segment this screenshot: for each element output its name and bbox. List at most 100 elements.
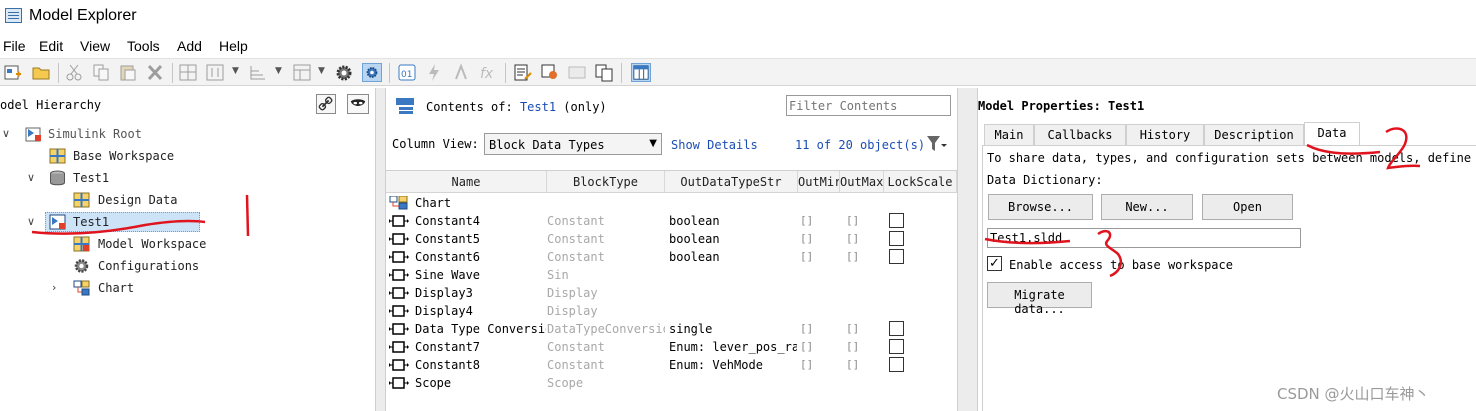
- cell-outmax[interactable]: []: [846, 214, 859, 227]
- dialog-view-icon[interactable]: [631, 63, 651, 82]
- lockscale-checkbox[interactable]: [889, 231, 904, 246]
- open-folder-icon[interactable]: [31, 63, 51, 82]
- tab-history[interactable]: History: [1126, 124, 1204, 145]
- chevron-right-icon[interactable]: ›: [52, 281, 56, 294]
- table-row[interactable]: Chart: [386, 194, 957, 212]
- column-view-icon[interactable]: [205, 63, 225, 82]
- hierarchy-icon[interactable]: [292, 63, 312, 82]
- cell-outdatatypestr[interactable]: single: [669, 322, 797, 336]
- export-icon[interactable]: [567, 63, 587, 82]
- browse-button[interactable]: Browse...: [988, 194, 1093, 220]
- cell-outmax[interactable]: []: [846, 322, 859, 335]
- paste-icon[interactable]: [118, 63, 138, 82]
- right-splitter[interactable]: [957, 88, 978, 411]
- table-row[interactable]: Display3 Display: [386, 284, 957, 302]
- tree-node-configurations[interactable]: Configurations: [0, 256, 370, 276]
- tree-node-design-data[interactable]: Design Data: [0, 190, 370, 210]
- new-button[interactable]: New...: [1101, 194, 1193, 220]
- tree-node-simulink-root[interactable]: ∨ Simulink Root: [0, 124, 370, 144]
- tree-node-test1-dictionary[interactable]: ∨ Test1: [0, 168, 370, 188]
- column-header-outdatatypestr[interactable]: OutDataTypeStr: [665, 171, 798, 193]
- menu-file[interactable]: File: [3, 38, 26, 54]
- cell-outmax[interactable]: []: [846, 232, 859, 245]
- data-dictionary-field[interactable]: [987, 228, 1301, 248]
- table-row[interactable]: Constant5 Constant boolean[][]: [386, 230, 957, 248]
- filter-contents-input[interactable]: [786, 95, 951, 116]
- tab-data[interactable]: Data: [1304, 122, 1360, 146]
- data-object-icon[interactable]: 01: [397, 63, 417, 82]
- chevron-down-icon[interactable]: ∨: [27, 171, 35, 184]
- cell-outmin[interactable]: []: [800, 232, 813, 245]
- delete-icon[interactable]: [145, 63, 165, 82]
- table-row[interactable]: Display4 Display: [386, 302, 957, 320]
- parameter-icon[interactable]: [451, 63, 471, 82]
- tree-node-model-workspace[interactable]: Model Workspace: [0, 234, 370, 254]
- menu-edit[interactable]: Edit: [39, 38, 63, 54]
- table-row[interactable]: Data Type Conversion DataTypeConversion si…: [386, 320, 957, 338]
- tab-description[interactable]: Description: [1204, 124, 1304, 145]
- column-header-name[interactable]: Name: [386, 171, 547, 193]
- tree-node-base-workspace[interactable]: Base Workspace: [0, 146, 370, 166]
- cell-outdatatypestr[interactable]: boolean: [669, 232, 797, 246]
- show-details-link[interactable]: Show Details: [671, 138, 758, 152]
- cell-outmax[interactable]: []: [846, 358, 859, 371]
- tab-callbacks[interactable]: Callbacks: [1034, 124, 1126, 145]
- lockscale-checkbox[interactable]: [889, 321, 904, 336]
- table-row[interactable]: Constant6 Constant boolean[][]: [386, 248, 957, 266]
- enable-base-workspace-checkbox[interactable]: ✓: [987, 256, 1002, 271]
- build-gear-icon[interactable]: [334, 63, 354, 82]
- link-icon[interactable]: [316, 94, 336, 114]
- menu-add[interactable]: Add: [177, 38, 202, 54]
- signal-icon[interactable]: [424, 63, 444, 82]
- tree-view-icon[interactable]: [248, 63, 268, 82]
- table-row[interactable]: Constant7 Constant Enum: lever_pos_raw[][]: [386, 338, 957, 356]
- cell-outmin[interactable]: []: [800, 214, 813, 227]
- edit-list-icon[interactable]: [513, 63, 533, 82]
- cell-outmax[interactable]: []: [846, 250, 859, 263]
- cell-outdatatypestr[interactable]: boolean: [669, 250, 797, 264]
- column-header-outmax[interactable]: OutMax: [840, 171, 884, 193]
- function-fx-icon[interactable]: fx: [478, 63, 498, 82]
- new-model-icon[interactable]: [3, 63, 23, 82]
- lockscale-checkbox[interactable]: [889, 339, 904, 354]
- cell-outmin[interactable]: []: [800, 250, 813, 263]
- lockscale-checkbox[interactable]: [889, 357, 904, 372]
- column-header-lockscale[interactable]: LockScale: [884, 171, 957, 193]
- cut-icon[interactable]: [64, 63, 84, 82]
- lockscale-checkbox[interactable]: [889, 213, 904, 228]
- migrate-data-button[interactable]: Migrate data...: [987, 282, 1092, 316]
- cell-outdatatypestr[interactable]: boolean: [669, 214, 797, 228]
- mask-icon[interactable]: [347, 94, 369, 114]
- filter-icon[interactable]: [925, 134, 947, 154]
- cell-outdatatypestr[interactable]: Enum: lever_pos_raw: [669, 340, 797, 354]
- compare-icon[interactable]: [594, 63, 614, 82]
- copy-icon[interactable]: [91, 63, 111, 82]
- column-view-select[interactable]: Block Data Types ▼: [484, 133, 662, 155]
- cell-outdatatypestr[interactable]: Enum: VehMode: [669, 358, 797, 372]
- menu-help[interactable]: Help: [219, 38, 248, 54]
- column-header-outmin[interactable]: OutMir: [798, 171, 840, 193]
- layout-grid-icon[interactable]: [178, 63, 198, 82]
- cell-outmax[interactable]: []: [846, 340, 859, 353]
- tree-node-chart[interactable]: › Chart: [0, 278, 370, 298]
- table-row[interactable]: Scope Scope: [386, 374, 957, 392]
- chevron-down-icon[interactable]: ∨: [27, 215, 35, 228]
- cell-outmin[interactable]: []: [800, 340, 813, 353]
- column-header-blocktype[interactable]: BlockType: [547, 171, 665, 193]
- table-row[interactable]: Sine Wave Sin: [386, 266, 957, 284]
- lockscale-checkbox[interactable]: [889, 249, 904, 264]
- model-settings-icon[interactable]: [362, 63, 382, 82]
- contents-model-link[interactable]: Test1: [520, 100, 556, 114]
- find-in-model-icon[interactable]: [540, 63, 560, 82]
- menu-tools[interactable]: Tools: [127, 38, 160, 54]
- table-row[interactable]: Constant4 Constant boolean[][]: [386, 212, 957, 230]
- menu-view[interactable]: View: [80, 38, 110, 54]
- chevron-down-icon[interactable]: ∨: [2, 127, 10, 140]
- tree-node-test1-model[interactable]: ∨ Test1: [0, 212, 370, 232]
- cell-outmin[interactable]: []: [800, 358, 813, 371]
- cell-outmin[interactable]: []: [800, 322, 813, 335]
- table-row[interactable]: Constant8 Constant Enum: VehMode[][]: [386, 356, 957, 374]
- left-splitter[interactable]: [375, 88, 386, 411]
- open-button[interactable]: Open: [1202, 194, 1293, 220]
- tab-main[interactable]: Main: [984, 124, 1034, 145]
